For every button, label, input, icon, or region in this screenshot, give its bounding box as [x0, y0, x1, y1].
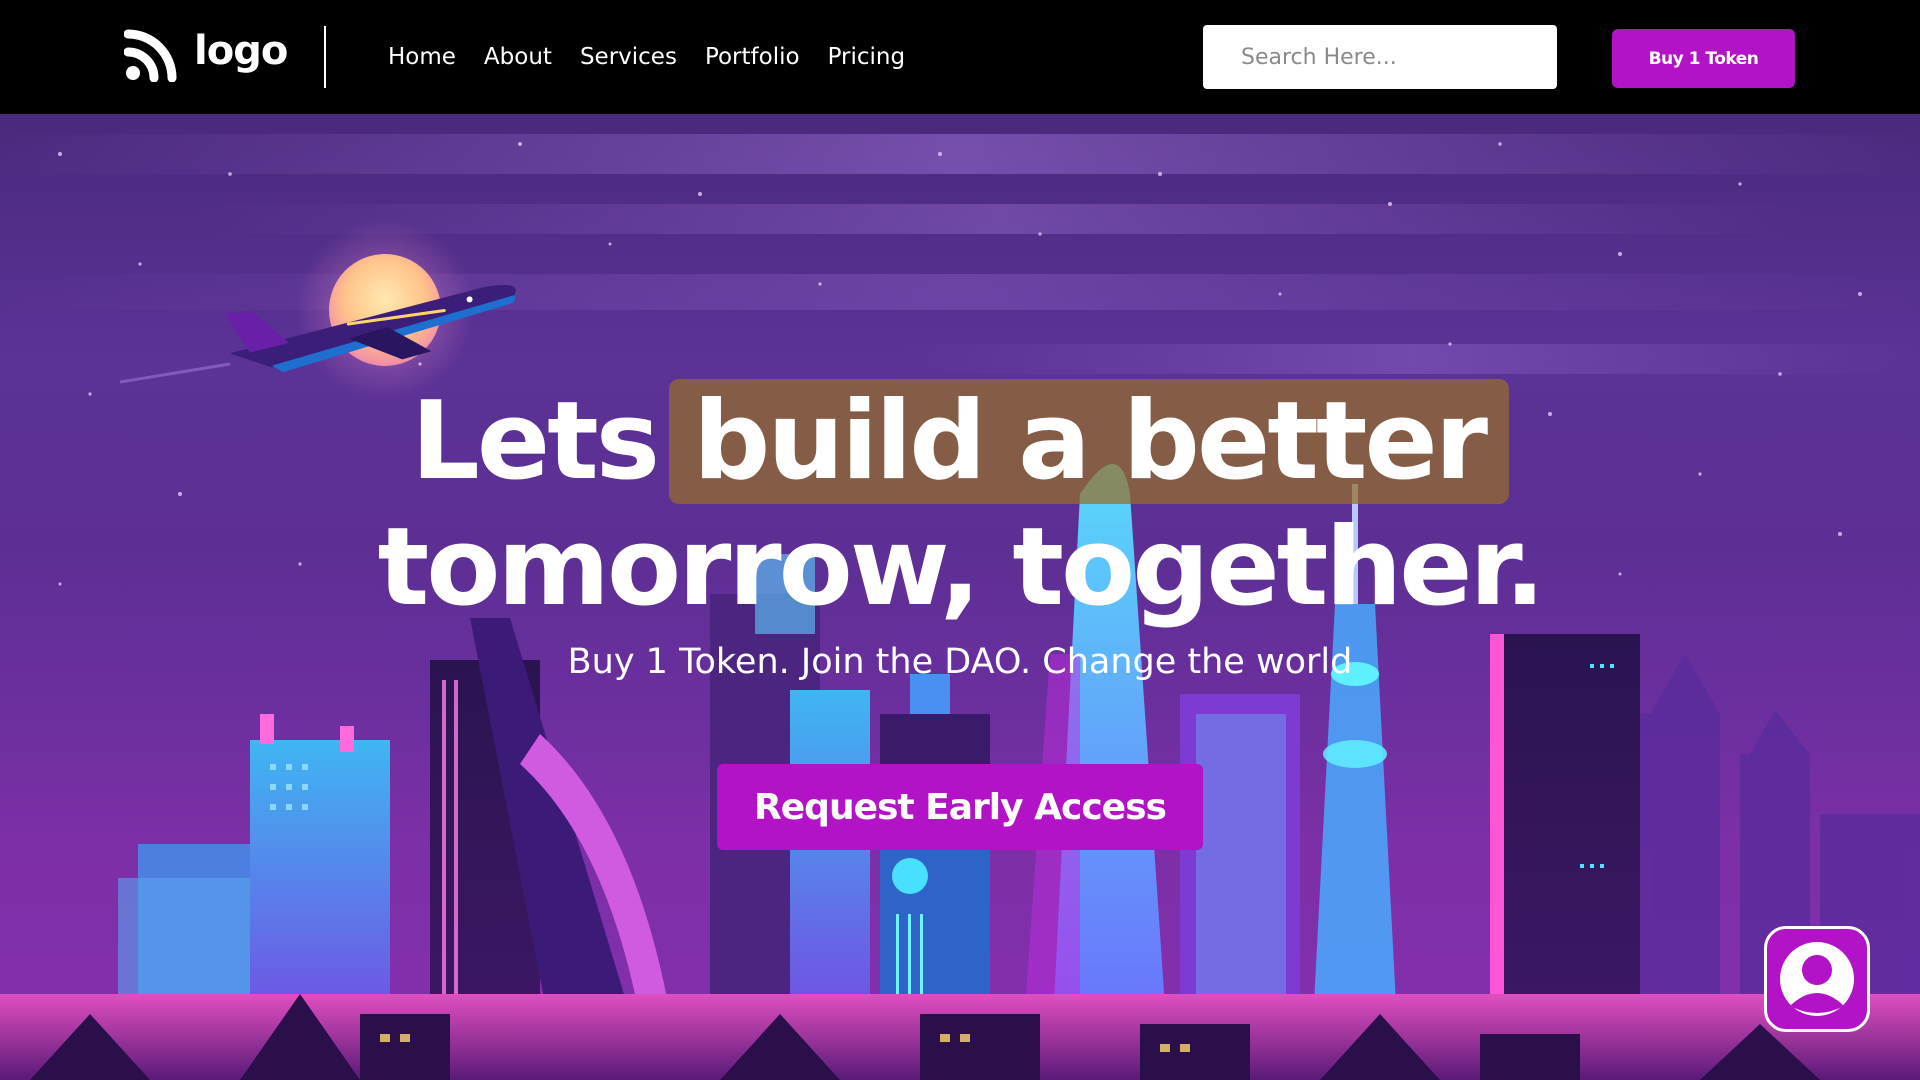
nav-link-portfolio[interactable]: Portfolio	[705, 40, 800, 74]
site-logo[interactable]: logo	[124, 28, 288, 82]
top-navigation-bar: logo Home About Services Portfolio Prici…	[0, 0, 1920, 114]
nav-link-home[interactable]: Home	[388, 40, 456, 74]
user-avatar-icon	[1780, 942, 1854, 1016]
request-early-access-button[interactable]: Request Early Access	[717, 764, 1203, 850]
logo-icon	[124, 29, 177, 82]
hero-headline-line1: Lets build a better	[0, 372, 1920, 512]
nav-link-services[interactable]: Services	[580, 40, 677, 74]
headline-plain-text: Lets	[411, 379, 660, 504]
nav-divider	[324, 26, 326, 88]
headline-highlight-text: build a better	[669, 379, 1509, 504]
search-input[interactable]	[1203, 25, 1557, 89]
buy-token-button[interactable]: Buy 1 Token	[1612, 29, 1795, 88]
nav-link-about[interactable]: About	[484, 40, 552, 74]
hero-section: Lets build a better tomorrow, together. B…	[0, 114, 1920, 1080]
user-avatar-button[interactable]	[1764, 926, 1870, 1032]
nav-link-pricing[interactable]: Pricing	[828, 40, 906, 74]
logo-text: logo	[194, 28, 288, 74]
hero-headline-line2: tomorrow, together.	[377, 505, 1546, 630]
hero-tagline: Buy 1 Token. Join the DAO. Change the wo…	[567, 642, 1353, 682]
main-nav: Home About Services Portfolio Pricing	[388, 40, 905, 74]
